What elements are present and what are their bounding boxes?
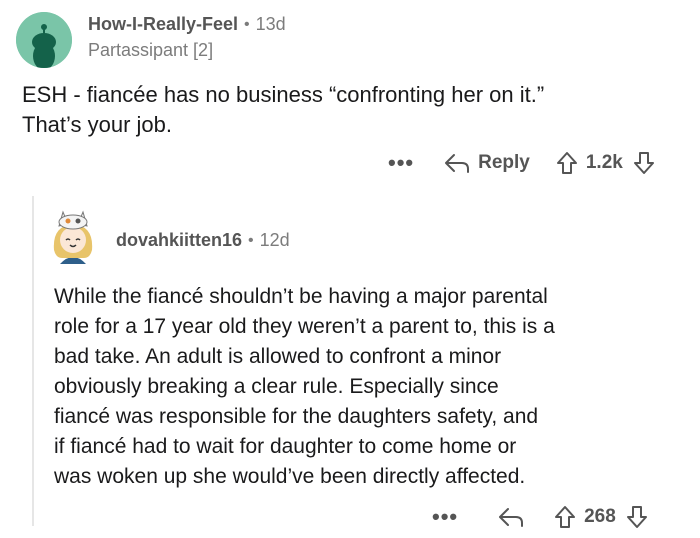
meta-separator: • bbox=[248, 231, 254, 249]
body-line: That’s your job. bbox=[22, 112, 173, 137]
reply-label: Reply bbox=[478, 152, 530, 173]
upvote-icon[interactable] bbox=[554, 505, 576, 529]
body-line: role for a 17 year old they weren’t a pa… bbox=[54, 315, 555, 338]
avatar-dovahkiitten16[interactable] bbox=[46, 206, 100, 266]
body-line: obviously breaking a clear rule. Especia… bbox=[54, 375, 499, 398]
comment-2-username[interactable]: dovahkiitten16 bbox=[116, 230, 242, 251]
more-options-button[interactable]: ••• bbox=[388, 150, 414, 176]
body-line: bad take. An adult is allowed to confron… bbox=[54, 345, 502, 368]
body-line: was woken up she would’ve been directly … bbox=[54, 465, 526, 488]
body-line: ESH - fiancée has no business “confronti… bbox=[22, 82, 545, 107]
cat-girl-avatar-icon bbox=[53, 210, 93, 264]
snoo-avatar-icon bbox=[16, 12, 72, 68]
body-line: fiancé was responsible for the daughters… bbox=[54, 405, 539, 428]
comment-2-score: 268 bbox=[584, 506, 616, 527]
comment-1-age: 13d bbox=[255, 14, 286, 34]
more-options-button[interactable]: ••• bbox=[432, 504, 458, 530]
comment-1-username[interactable]: How-I-Really-Feel bbox=[88, 14, 238, 35]
meta-separator: • bbox=[244, 15, 250, 33]
reply-arrow-icon bbox=[445, 154, 470, 173]
body-line: While the fiancé shouldn’t be having a m… bbox=[54, 285, 548, 308]
avatar-how-i-really-feel[interactable] bbox=[16, 12, 72, 68]
reply-arrow-icon[interactable] bbox=[498, 506, 524, 528]
comment-2-age: 12d bbox=[259, 230, 290, 250]
comment-1-flair: Partassipant [2] bbox=[88, 40, 214, 60]
downvote-icon[interactable] bbox=[633, 151, 655, 175]
thread-line[interactable] bbox=[32, 196, 34, 526]
comment-1-body: ESH - fiancée has no business “confronti… bbox=[22, 80, 682, 140]
body-line: if fiancé had to wait for daughter to co… bbox=[54, 435, 517, 458]
upvote-icon[interactable] bbox=[556, 151, 578, 175]
comment-1-score: 1.2k bbox=[585, 152, 623, 173]
reply-button[interactable]: Reply bbox=[444, 152, 530, 174]
downvote-icon[interactable] bbox=[626, 505, 648, 529]
comment-2-body: While the fiancé shouldn’t be having a m… bbox=[54, 282, 694, 492]
